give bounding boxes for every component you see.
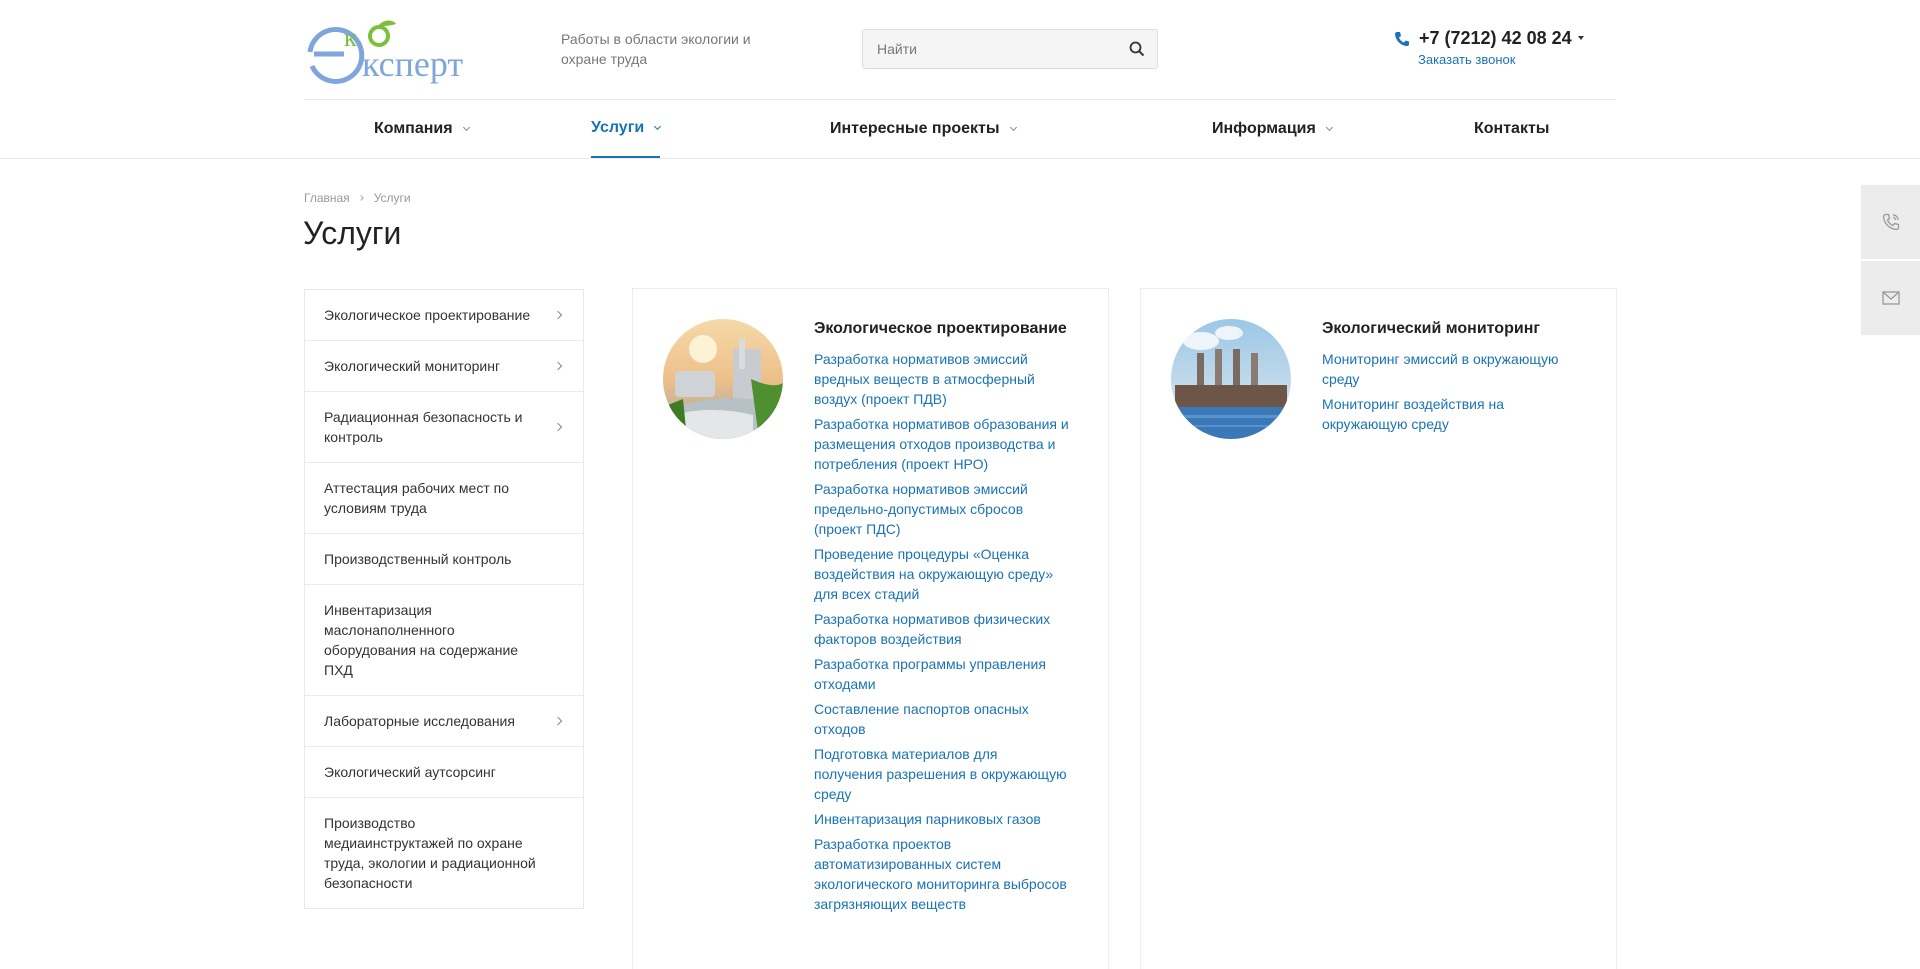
- search-button[interactable]: [1117, 30, 1157, 68]
- svg-text:к: к: [344, 23, 357, 52]
- sidebar-item-radiation[interactable]: Радиационная безопасность и контроль: [305, 392, 583, 463]
- nav-item-information[interactable]: Информация: [1212, 100, 1333, 158]
- card-title[interactable]: Экологический мониторинг: [1322, 319, 1577, 339]
- callback-link[interactable]: Заказать звонок: [1418, 52, 1515, 67]
- main-nav: Компания Услуги Интересные проекты Инфор…: [304, 100, 1616, 158]
- mail-icon: [1881, 291, 1900, 305]
- service-card-eco-design: Экологическое проектирование Разработка …: [632, 288, 1109, 969]
- nav-label: Интересные проекты: [830, 120, 1000, 137]
- nav-item-services[interactable]: Услуги: [591, 100, 662, 158]
- sidebar-item-production-control[interactable]: Производственный контроль: [305, 534, 583, 585]
- nav-divider: [0, 158, 1920, 159]
- industrial-plant-image[interactable]: [663, 319, 783, 439]
- nav-item-company[interactable]: Компания: [374, 100, 470, 158]
- sidebar-item-label: Радиационная безопасность и контроль: [324, 409, 523, 445]
- sidebar-item-label: Лабораторные исследования: [324, 713, 515, 729]
- chevron-right-icon: [553, 422, 563, 432]
- sidebar-menu: Экологическое проектирование Экологическ…: [304, 289, 584, 909]
- chevron-down-icon: [654, 122, 662, 130]
- header-slogan: Работы в области экологии и охране труда: [561, 31, 751, 67]
- sidebar-item-label: Производственный контроль: [324, 551, 512, 567]
- sidebar-item-label: Экологическое проектирование: [324, 307, 531, 323]
- search-icon: [1129, 41, 1145, 57]
- sidebar-item-eco-design[interactable]: Экологическое проектирование: [305, 290, 583, 341]
- breadcrumb-current: Услуги: [373, 191, 411, 205]
- chevron-right-icon: [553, 361, 563, 371]
- sidebar-item-pcb-inventory[interactable]: Инвентаризация маслонаполненного оборудо…: [305, 585, 583, 696]
- nav-label: Услуги: [591, 119, 645, 136]
- sidebar-item-label: Инвентаризация маслонаполненного оборудо…: [324, 602, 519, 678]
- phone-icon: [1395, 32, 1409, 46]
- service-link[interactable]: Проведение процедуры «Оценка воздействия…: [814, 544, 1069, 604]
- page-title: Услуги: [303, 215, 402, 251]
- phone-icon: [1882, 213, 1899, 231]
- search-box: [862, 29, 1158, 69]
- service-link[interactable]: Разработка программы управления отходами: [814, 654, 1069, 694]
- sidebar-item-label: Экологический аутсорсинг: [324, 764, 496, 780]
- float-mail-button[interactable]: [1861, 261, 1920, 335]
- sidebar-item-label: Производство медиаинструктажей по охране…: [324, 815, 536, 891]
- chevron-down-icon: [1325, 123, 1333, 131]
- chevron-right-icon: [553, 310, 563, 320]
- service-link[interactable]: Мониторинг воздействия на окружающую сре…: [1322, 394, 1577, 434]
- nav-label: Информация: [1212, 120, 1316, 137]
- nav-item-projects[interactable]: Интересные проекты: [830, 100, 1017, 158]
- service-link[interactable]: Разработка нормативов физических факторо…: [814, 609, 1069, 649]
- logo[interactable]: к ксперт: [304, 18, 500, 86]
- service-link[interactable]: Инвентаризация парниковых газов: [814, 809, 1069, 829]
- service-link[interactable]: Разработка проектов автоматизированных с…: [814, 834, 1069, 914]
- service-link[interactable]: Разработка нормативов образования и разм…: [814, 414, 1069, 474]
- service-link[interactable]: Мониторинг эмиссий в окружающую среду: [1322, 349, 1577, 389]
- sidebar-item-attestation[interactable]: Аттестация рабочих мест по условиям труд…: [305, 463, 583, 534]
- sidebar-item-eco-outsourcing[interactable]: Экологический аутсорсинг: [305, 747, 583, 798]
- chevron-down-icon: [1009, 123, 1017, 131]
- breadcrumb-home[interactable]: Главная: [304, 191, 350, 205]
- chevron-right-icon: [553, 716, 563, 726]
- search-input[interactable]: [863, 30, 1113, 68]
- service-link[interactable]: Подготовка материалов для получения разр…: [814, 744, 1069, 804]
- sidebar-item-media-briefings[interactable]: Производство медиаинструктажей по охране…: [305, 798, 583, 908]
- service-link[interactable]: Разработка нормативов эмиссий предельно-…: [814, 479, 1069, 539]
- sidebar-item-label: Экологический мониторинг: [324, 358, 501, 374]
- sidebar-item-lab-research[interactable]: Лабораторные исследования: [305, 696, 583, 747]
- nav-label: Контакты: [1474, 120, 1550, 137]
- breadcrumb: Главная Услуги: [304, 191, 411, 205]
- phone-dropdown-icon[interactable]: [1578, 36, 1584, 40]
- nav-label: Компания: [374, 120, 453, 137]
- service-link[interactable]: Составление паспортов опасных отходов: [814, 699, 1069, 739]
- float-callback-button[interactable]: [1861, 185, 1920, 259]
- header: к ксперт Работы в области экологии и охр…: [304, 0, 1616, 100]
- svg-text:ксперт: ксперт: [362, 44, 463, 84]
- chevron-right-icon: [357, 195, 364, 201]
- card-title[interactable]: Экологическое проектирование: [814, 319, 1069, 339]
- chevron-down-icon: [462, 123, 470, 131]
- power-plant-image[interactable]: [1171, 319, 1291, 439]
- nav-item-contacts[interactable]: Контакты: [1474, 100, 1549, 158]
- service-link[interactable]: Разработка нормативов эмиссий вредных ве…: [814, 349, 1069, 409]
- service-card-eco-monitoring: Экологический мониторинг Мониторинг эмис…: [1140, 288, 1617, 969]
- phone-number[interactable]: +7 (7212) 42 08 24: [1419, 28, 1572, 49]
- sidebar-item-label: Аттестация рабочих мест по условиям труд…: [324, 480, 509, 516]
- sidebar-item-eco-monitoring[interactable]: Экологический мониторинг: [305, 341, 583, 392]
